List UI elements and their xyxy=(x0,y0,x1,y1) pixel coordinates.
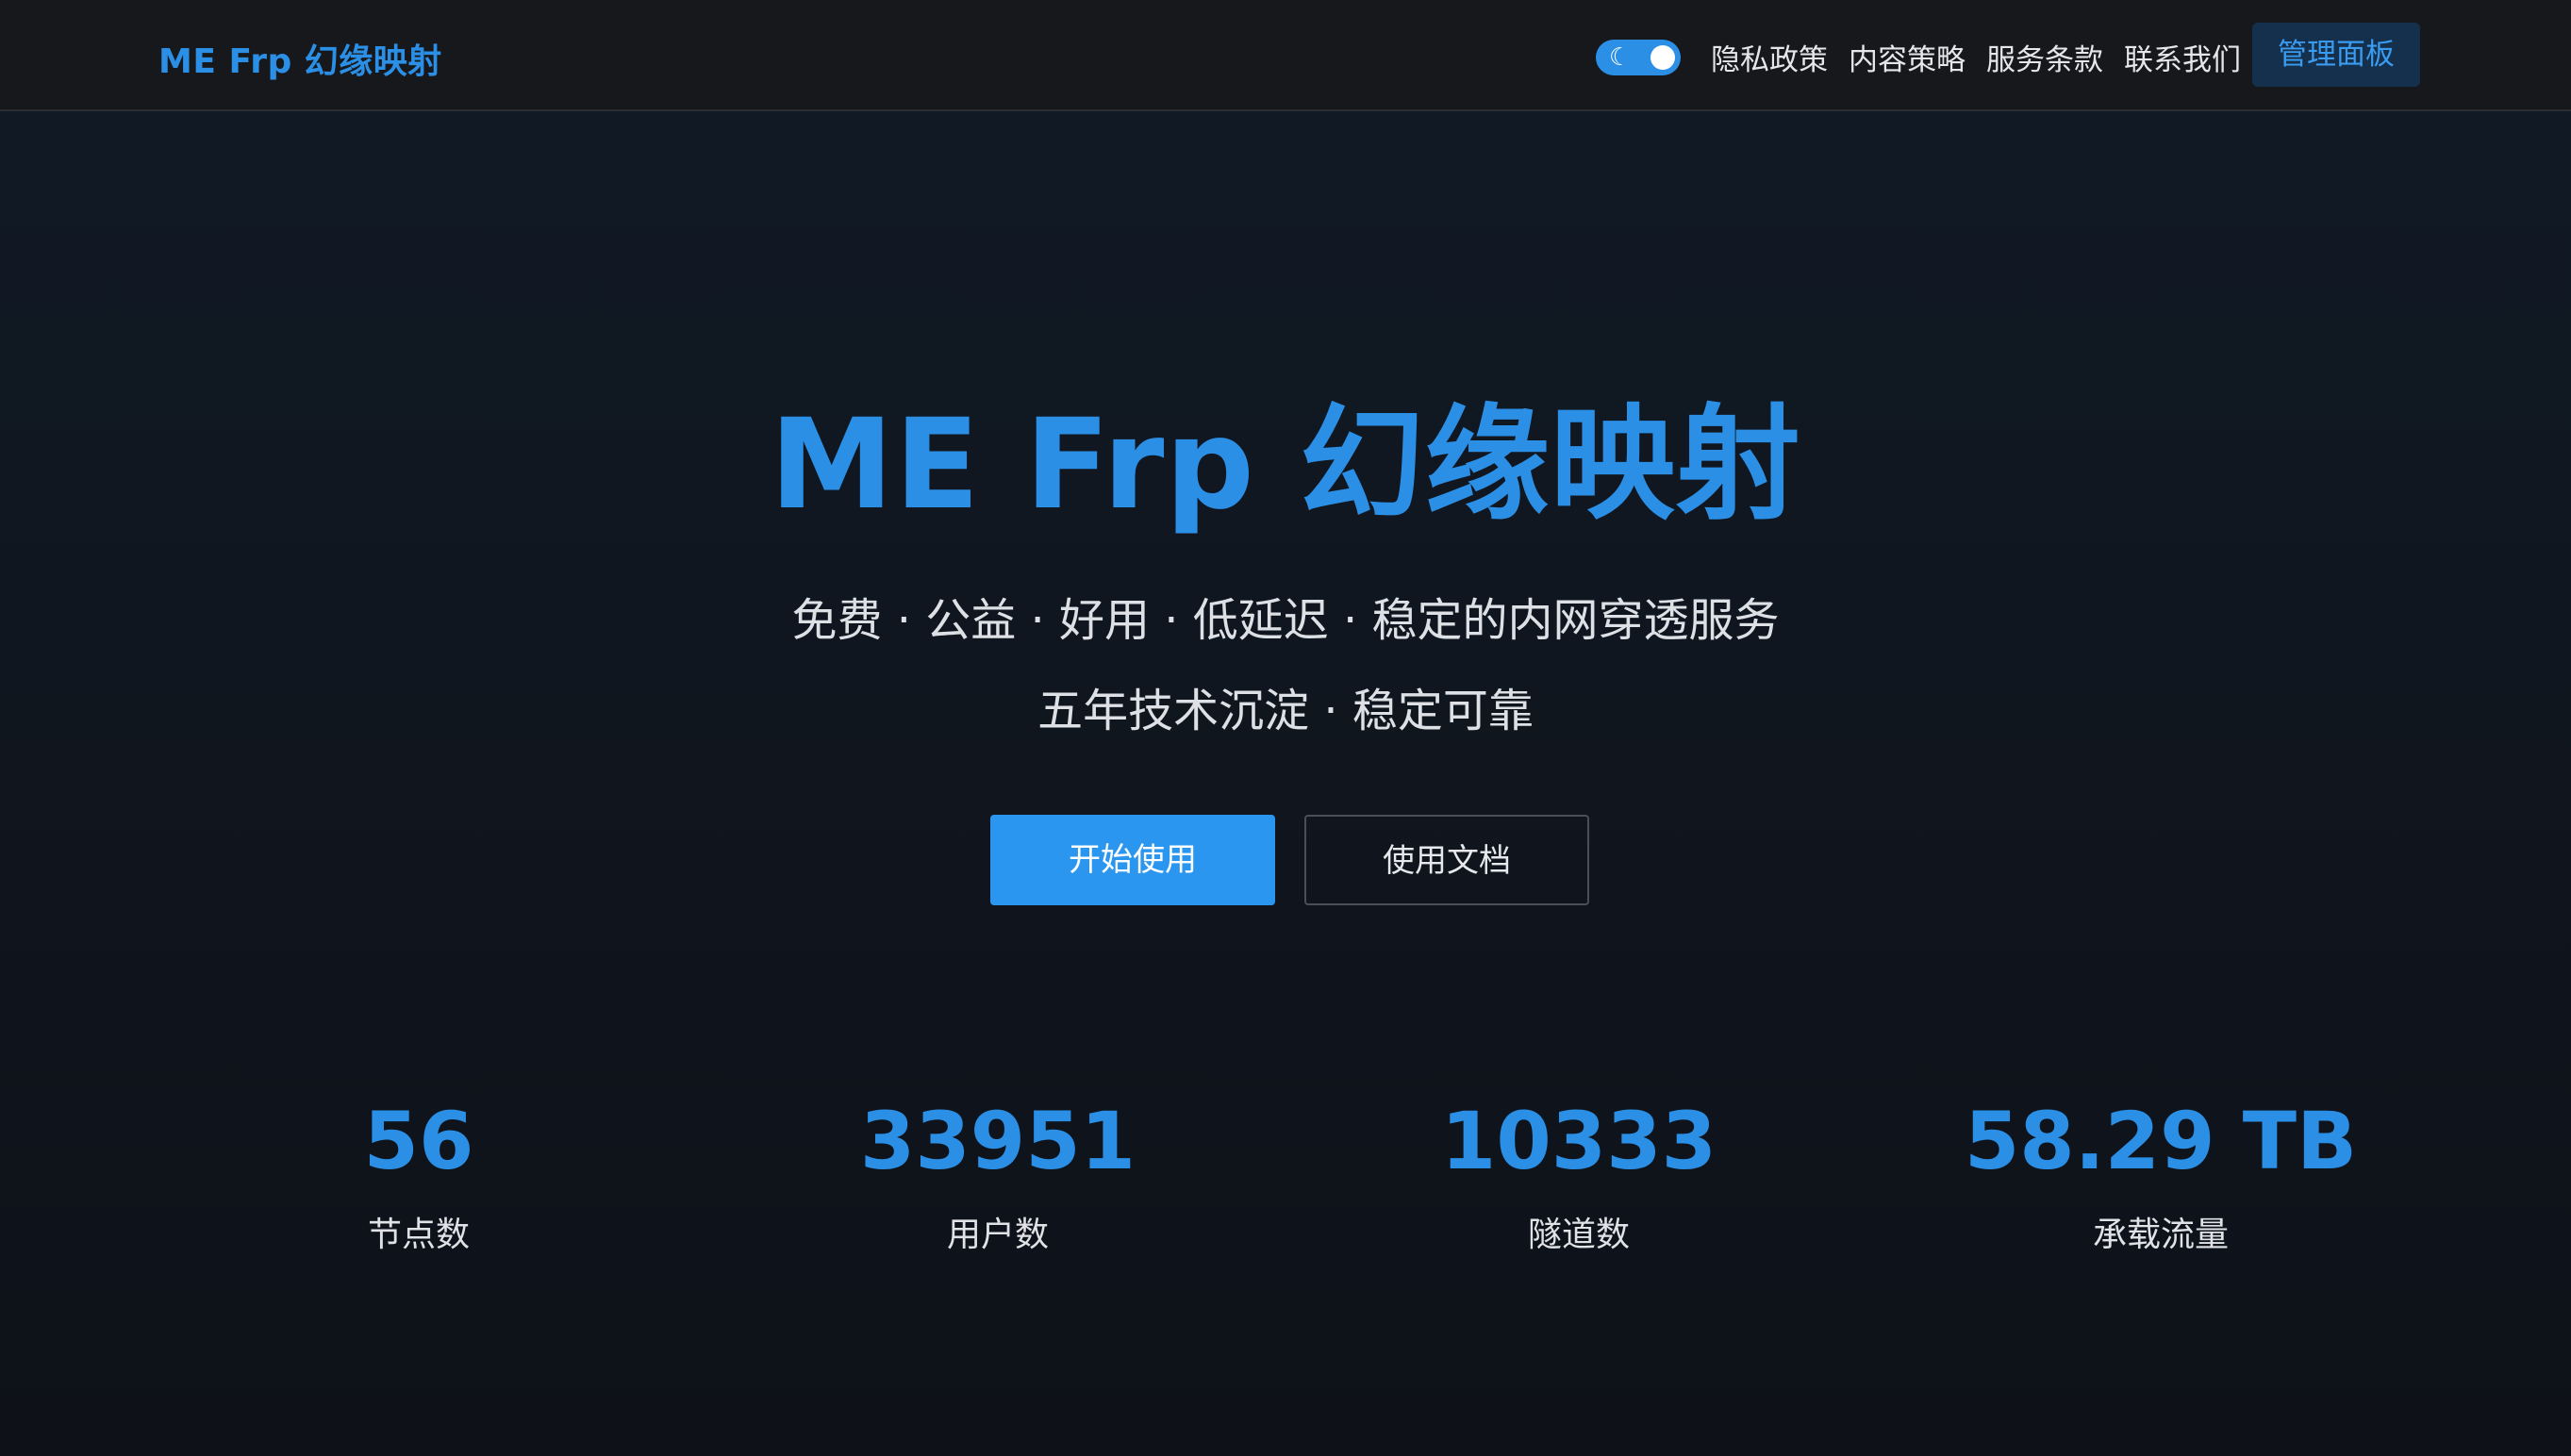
stat-nodes: 56 节点数 xyxy=(128,1094,709,1256)
hero-title: ME Frp 幻缘映射 xyxy=(770,392,1801,538)
stat-label: 节点数 xyxy=(367,1216,470,1254)
stat-traffic: 58.29 TB 承载流量 xyxy=(1870,1094,2451,1256)
stat-value: 58.29 TB xyxy=(1964,1095,2358,1187)
admin-panel-button[interactable]: 管理面板 xyxy=(2252,23,2420,87)
nav-link-contact-us[interactable]: 联系我们 xyxy=(2124,36,2241,78)
hero-subtitle-tagline: 五年技术沉淀 · 稳定可靠 xyxy=(1037,685,1534,737)
brand-logo[interactable]: ME Frp 幻缘映射 xyxy=(158,34,442,83)
hero-subtitle-features: 免费 · 公益 · 好用 · 低延迟 · 稳定的内网穿透服务 xyxy=(791,594,1780,647)
nav-link-content-policy[interactable]: 内容策略 xyxy=(1849,36,1966,78)
toggle-knob xyxy=(1650,45,1675,70)
stat-users: 33951 用户数 xyxy=(707,1094,1288,1256)
stat-value: 33951 xyxy=(859,1095,1136,1187)
page: ME Frp 幻缘映射 ☾ 隐私政策 内容策略 服务条款 联系我们 管理面板 M… xyxy=(0,0,2571,1456)
stat-label: 承载流量 xyxy=(2092,1216,2229,1254)
top-navbar: ME Frp 幻缘映射 ☾ 隐私政策 内容策略 服务条款 联系我们 管理面板 xyxy=(0,0,2571,111)
theme-toggle[interactable]: ☾ xyxy=(1596,40,1681,75)
stat-label: 隧道数 xyxy=(1527,1216,1630,1254)
stat-value: 56 xyxy=(363,1095,474,1187)
stat-tunnels: 10333 隧道数 xyxy=(1288,1094,1869,1256)
documentation-button[interactable]: 使用文档 xyxy=(1304,815,1589,905)
stat-value: 10333 xyxy=(1440,1095,1717,1187)
nav-link-terms-of-service[interactable]: 服务条款 xyxy=(1986,36,2103,78)
get-started-button[interactable]: 开始使用 xyxy=(990,815,1275,905)
nav-link-privacy-policy[interactable]: 隐私政策 xyxy=(1711,36,1828,78)
stat-label: 用户数 xyxy=(946,1216,1049,1254)
moon-icon: ☾ xyxy=(1609,43,1632,72)
